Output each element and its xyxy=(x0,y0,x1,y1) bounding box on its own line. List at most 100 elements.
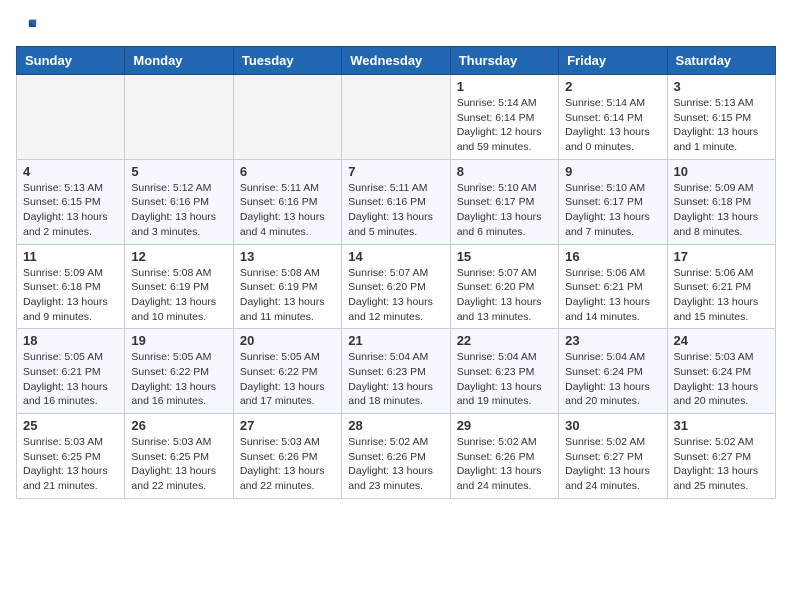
day-info: Sunrise: 5:02 AM Sunset: 6:26 PM Dayligh… xyxy=(348,435,443,494)
day-info: Sunrise: 5:09 AM Sunset: 6:18 PM Dayligh… xyxy=(23,266,118,325)
day-number: 8 xyxy=(457,164,552,179)
day-number: 7 xyxy=(348,164,443,179)
calendar-cell: 14 Sunrise: 5:07 AM Sunset: 6:20 PM Dayli… xyxy=(342,244,450,329)
day-info: Sunrise: 5:14 AM Sunset: 6:14 PM Dayligh… xyxy=(457,96,552,155)
day-number: 4 xyxy=(23,164,118,179)
day-number: 3 xyxy=(674,79,769,94)
calendar-cell: 12 Sunrise: 5:08 AM Sunset: 6:19 PM Dayli… xyxy=(125,244,233,329)
calendar-cell: 26 Sunrise: 5:03 AM Sunset: 6:25 PM Dayli… xyxy=(125,414,233,499)
day-number: 9 xyxy=(565,164,660,179)
calendar-cell: 6 Sunrise: 5:11 AM Sunset: 6:16 PM Daylig… xyxy=(233,159,341,244)
calendar-cell: 25 Sunrise: 5:03 AM Sunset: 6:25 PM Dayli… xyxy=(17,414,125,499)
calendar-cell: 21Sunrise: 5:04 AM Sunset: 6:23 PM Dayli… xyxy=(342,329,450,414)
page-header xyxy=(16,16,776,38)
day-number: 5 xyxy=(131,164,226,179)
calendar-cell: 13 Sunrise: 5:08 AM Sunset: 6:19 PM Dayli… xyxy=(233,244,341,329)
day-number: 10 xyxy=(674,164,769,179)
day-info: Sunrise: 5:05 AM Sunset: 6:22 PM Dayligh… xyxy=(240,350,335,409)
day-number: 14 xyxy=(348,249,443,264)
calendar-cell: 19 Sunrise: 5:05 AM Sunset: 6:22 PM Dayli… xyxy=(125,329,233,414)
day-info: Sunrise: 5:03 AM Sunset: 6:25 PM Dayligh… xyxy=(131,435,226,494)
day-info: Sunrise: 5:06 AM Sunset: 6:21 PM Dayligh… xyxy=(674,266,769,325)
weekday-header-wednesday: Wednesday xyxy=(342,47,450,75)
day-info: Sunrise: 5:11 AM Sunset: 6:16 PM Dayligh… xyxy=(240,181,335,240)
day-number: 24 xyxy=(674,333,769,348)
weekday-header-sunday: Sunday xyxy=(17,47,125,75)
day-info: Sunrise: 5:13 AM Sunset: 6:15 PM Dayligh… xyxy=(23,181,118,240)
day-number: 18 xyxy=(23,333,118,348)
calendar-cell: 24 Sunrise: 5:03 AM Sunset: 6:24 PM Dayli… xyxy=(667,329,775,414)
day-number: 28 xyxy=(348,418,443,433)
weekday-header-thursday: Thursday xyxy=(450,47,558,75)
day-number: 13 xyxy=(240,249,335,264)
calendar-cell: 23 Sunrise: 5:04 AM Sunset: 6:24 PM Dayli… xyxy=(559,329,667,414)
calendar-cell: 28 Sunrise: 5:02 AM Sunset: 6:26 PM Dayli… xyxy=(342,414,450,499)
day-info: Sunrise: 5:06 AM Sunset: 6:21 PM Dayligh… xyxy=(565,266,660,325)
day-number: 6 xyxy=(240,164,335,179)
day-info: Sunrise: 5:10 AM Sunset: 6:17 PM Dayligh… xyxy=(457,181,552,240)
day-info: Sunrise: 5:02 AM Sunset: 6:27 PM Dayligh… xyxy=(565,435,660,494)
day-info: Sunrise: 5:04 AM Sunset: 6:23 PM Dayligh… xyxy=(457,350,552,409)
day-info: Sunrise: 5:11 AM Sunset: 6:16 PM Dayligh… xyxy=(348,181,443,240)
day-number: 22 xyxy=(457,333,552,348)
calendar-cell: 11 Sunrise: 5:09 AM Sunset: 6:18 PM Dayli… xyxy=(17,244,125,329)
day-number: 12 xyxy=(131,249,226,264)
day-number: 27 xyxy=(240,418,335,433)
day-info: Sunrise: 5:05 AM Sunset: 6:21 PM Dayligh… xyxy=(23,350,118,409)
day-number: 15 xyxy=(457,249,552,264)
day-number: 31 xyxy=(674,418,769,433)
calendar-cell xyxy=(342,75,450,160)
weekday-header-monday: Monday xyxy=(125,47,233,75)
calendar-header-row: SundayMondayTuesdayWednesdayThursdayFrid… xyxy=(17,47,776,75)
day-number: 29 xyxy=(457,418,552,433)
calendar-table: SundayMondayTuesdayWednesdayThursdayFrid… xyxy=(16,46,776,499)
day-info: Sunrise: 5:03 AM Sunset: 6:25 PM Dayligh… xyxy=(23,435,118,494)
day-number: 1 xyxy=(457,79,552,94)
day-info: Sunrise: 5:04 AM Sunset: 6:24 PM Dayligh… xyxy=(565,350,660,409)
day-info: Sunrise: 5:08 AM Sunset: 6:19 PM Dayligh… xyxy=(240,266,335,325)
calendar-week-row: 4 Sunrise: 5:13 AM Sunset: 6:15 PM Daylig… xyxy=(17,159,776,244)
weekday-header-saturday: Saturday xyxy=(667,47,775,75)
calendar-cell: 3Sunrise: 5:13 AM Sunset: 6:15 PM Daylig… xyxy=(667,75,775,160)
calendar-cell: 29 Sunrise: 5:02 AM Sunset: 6:26 PM Dayli… xyxy=(450,414,558,499)
calendar-week-row: 25 Sunrise: 5:03 AM Sunset: 6:25 PM Dayli… xyxy=(17,414,776,499)
logo-icon xyxy=(16,16,38,38)
calendar-cell xyxy=(17,75,125,160)
calendar-cell: 27Sunrise: 5:03 AM Sunset: 6:26 PM Dayli… xyxy=(233,414,341,499)
day-info: Sunrise: 5:08 AM Sunset: 6:19 PM Dayligh… xyxy=(131,266,226,325)
day-info: Sunrise: 5:02 AM Sunset: 6:26 PM Dayligh… xyxy=(457,435,552,494)
calendar-cell: 7 Sunrise: 5:11 AM Sunset: 6:16 PM Daylig… xyxy=(342,159,450,244)
day-info: Sunrise: 5:07 AM Sunset: 6:20 PM Dayligh… xyxy=(348,266,443,325)
day-number: 20 xyxy=(240,333,335,348)
calendar-cell: 30 Sunrise: 5:02 AM Sunset: 6:27 PM Dayli… xyxy=(559,414,667,499)
day-number: 26 xyxy=(131,418,226,433)
day-info: Sunrise: 5:05 AM Sunset: 6:22 PM Dayligh… xyxy=(131,350,226,409)
day-number: 2 xyxy=(565,79,660,94)
logo xyxy=(16,16,42,38)
day-number: 30 xyxy=(565,418,660,433)
calendar-cell: 5 Sunrise: 5:12 AM Sunset: 6:16 PM Daylig… xyxy=(125,159,233,244)
day-info: Sunrise: 5:12 AM Sunset: 6:16 PM Dayligh… xyxy=(131,181,226,240)
calendar-week-row: 1 Sunrise: 5:14 AM Sunset: 6:14 PM Daylig… xyxy=(17,75,776,160)
day-info: Sunrise: 5:07 AM Sunset: 6:20 PM Dayligh… xyxy=(457,266,552,325)
calendar-cell: 1 Sunrise: 5:14 AM Sunset: 6:14 PM Daylig… xyxy=(450,75,558,160)
calendar-cell: 8 Sunrise: 5:10 AM Sunset: 6:17 PM Daylig… xyxy=(450,159,558,244)
calendar-cell: 31Sunrise: 5:02 AM Sunset: 6:27 PM Dayli… xyxy=(667,414,775,499)
day-number: 16 xyxy=(565,249,660,264)
day-number: 19 xyxy=(131,333,226,348)
day-info: Sunrise: 5:03 AM Sunset: 6:24 PM Dayligh… xyxy=(674,350,769,409)
day-number: 23 xyxy=(565,333,660,348)
calendar-cell: 10Sunrise: 5:09 AM Sunset: 6:18 PM Dayli… xyxy=(667,159,775,244)
day-number: 25 xyxy=(23,418,118,433)
calendar-cell: 9Sunrise: 5:10 AM Sunset: 6:17 PM Daylig… xyxy=(559,159,667,244)
day-info: Sunrise: 5:04 AM Sunset: 6:23 PM Dayligh… xyxy=(348,350,443,409)
calendar-cell xyxy=(233,75,341,160)
day-number: 11 xyxy=(23,249,118,264)
calendar-week-row: 11 Sunrise: 5:09 AM Sunset: 6:18 PM Dayli… xyxy=(17,244,776,329)
calendar-cell: 4 Sunrise: 5:13 AM Sunset: 6:15 PM Daylig… xyxy=(17,159,125,244)
calendar-cell: 22 Sunrise: 5:04 AM Sunset: 6:23 PM Dayli… xyxy=(450,329,558,414)
day-info: Sunrise: 5:14 AM Sunset: 6:14 PM Dayligh… xyxy=(565,96,660,155)
calendar-cell: 2 Sunrise: 5:14 AM Sunset: 6:14 PM Daylig… xyxy=(559,75,667,160)
calendar-cell: 15 Sunrise: 5:07 AM Sunset: 6:20 PM Dayli… xyxy=(450,244,558,329)
calendar-cell: 17Sunrise: 5:06 AM Sunset: 6:21 PM Dayli… xyxy=(667,244,775,329)
